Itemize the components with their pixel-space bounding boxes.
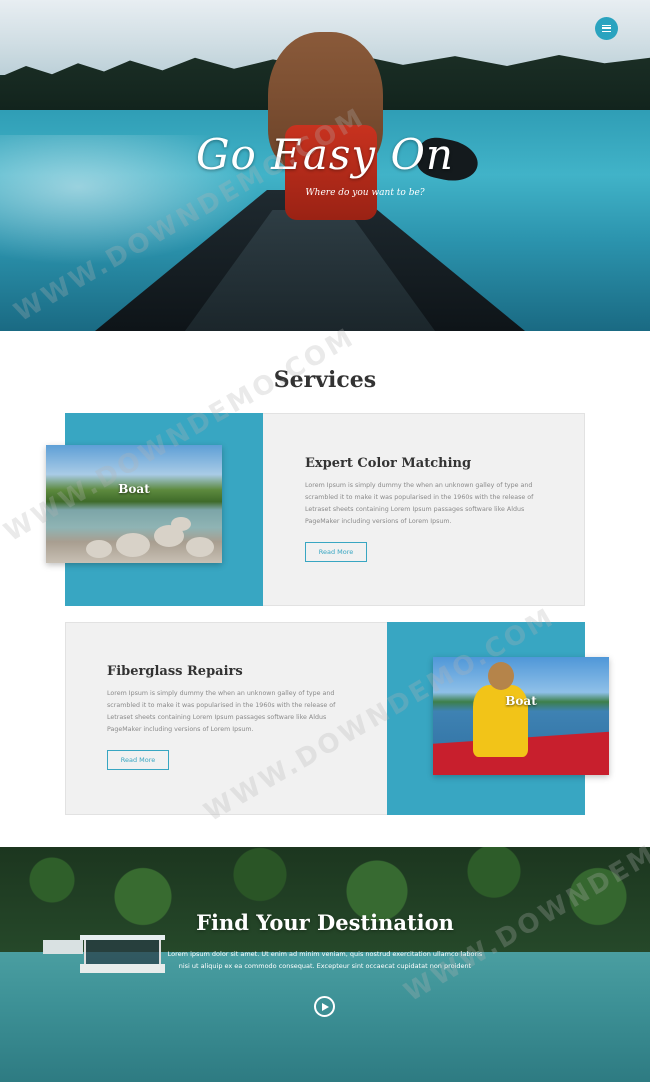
hamburger-menu-icon [602,25,611,32]
service-image-2-caption: Boat [505,694,537,708]
menu-button[interactable] [595,17,618,40]
service-image-1-caption: Boat [118,482,150,496]
service-image-1: Boat [46,445,222,563]
service-text-1: Lorem Ipsum is simply dummy the when an … [305,482,534,525]
hero-section: Go Easy On Where do you want to be? [0,0,650,331]
destination-title: Find Your Destination [196,910,454,935]
read-more-button-1[interactable]: Read More [305,542,367,562]
service-title-2: Fiberglass Repairs [107,664,243,679]
destination-text: Lorem ipsum dolor sit amet. Ut enim ad m… [167,950,483,970]
houseboat-image [80,935,165,975]
service-title-1: Expert Color Matching [305,456,472,471]
service-image-2: Boat [433,657,609,775]
hero-title: Go Easy On [195,130,454,179]
child-head [488,662,514,690]
service-text-2: Lorem Ipsum is simply dummy the when an … [107,690,336,733]
play-video-button[interactable] [314,996,335,1017]
hero-subtitle: Where do you want to be? [305,188,425,198]
read-more-button-2[interactable]: Read More [107,750,169,770]
play-circle-icon [322,1002,329,1011]
services-heading: Services [273,367,377,393]
small-boat-image [43,940,83,954]
